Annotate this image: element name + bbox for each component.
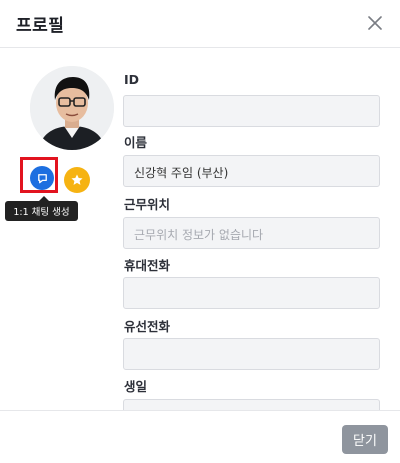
phone-field[interactable] — [123, 338, 380, 370]
chat-bubble-icon[interactable] — [30, 166, 54, 190]
birthday-label: 생일 — [124, 379, 148, 394]
mobile-field[interactable] — [123, 277, 380, 309]
phone-label: 유선전화 — [124, 319, 171, 334]
name-label: 이름 — [124, 135, 148, 150]
dialog-footer: 닫기 — [0, 410, 400, 463]
dialog-title: 프로필 — [16, 16, 65, 36]
location-label: 근무위치 — [124, 197, 171, 212]
close-icon[interactable] — [362, 10, 388, 36]
id-label: ID — [124, 72, 140, 87]
dialog-header: 프로필 — [0, 0, 400, 48]
id-field[interactable] — [123, 95, 380, 127]
close-button[interactable]: 닫기 — [342, 425, 388, 454]
location-field[interactable]: 근무위치 정보가 없습니다 — [123, 217, 380, 249]
star-icon[interactable] — [64, 167, 90, 193]
chat-tooltip: 1:1 채팅 생성 — [5, 196, 78, 221]
avatar — [30, 66, 114, 150]
name-field[interactable]: 신강혁 주임 (부산) — [123, 155, 380, 187]
mobile-label: 휴대전화 — [124, 258, 171, 273]
